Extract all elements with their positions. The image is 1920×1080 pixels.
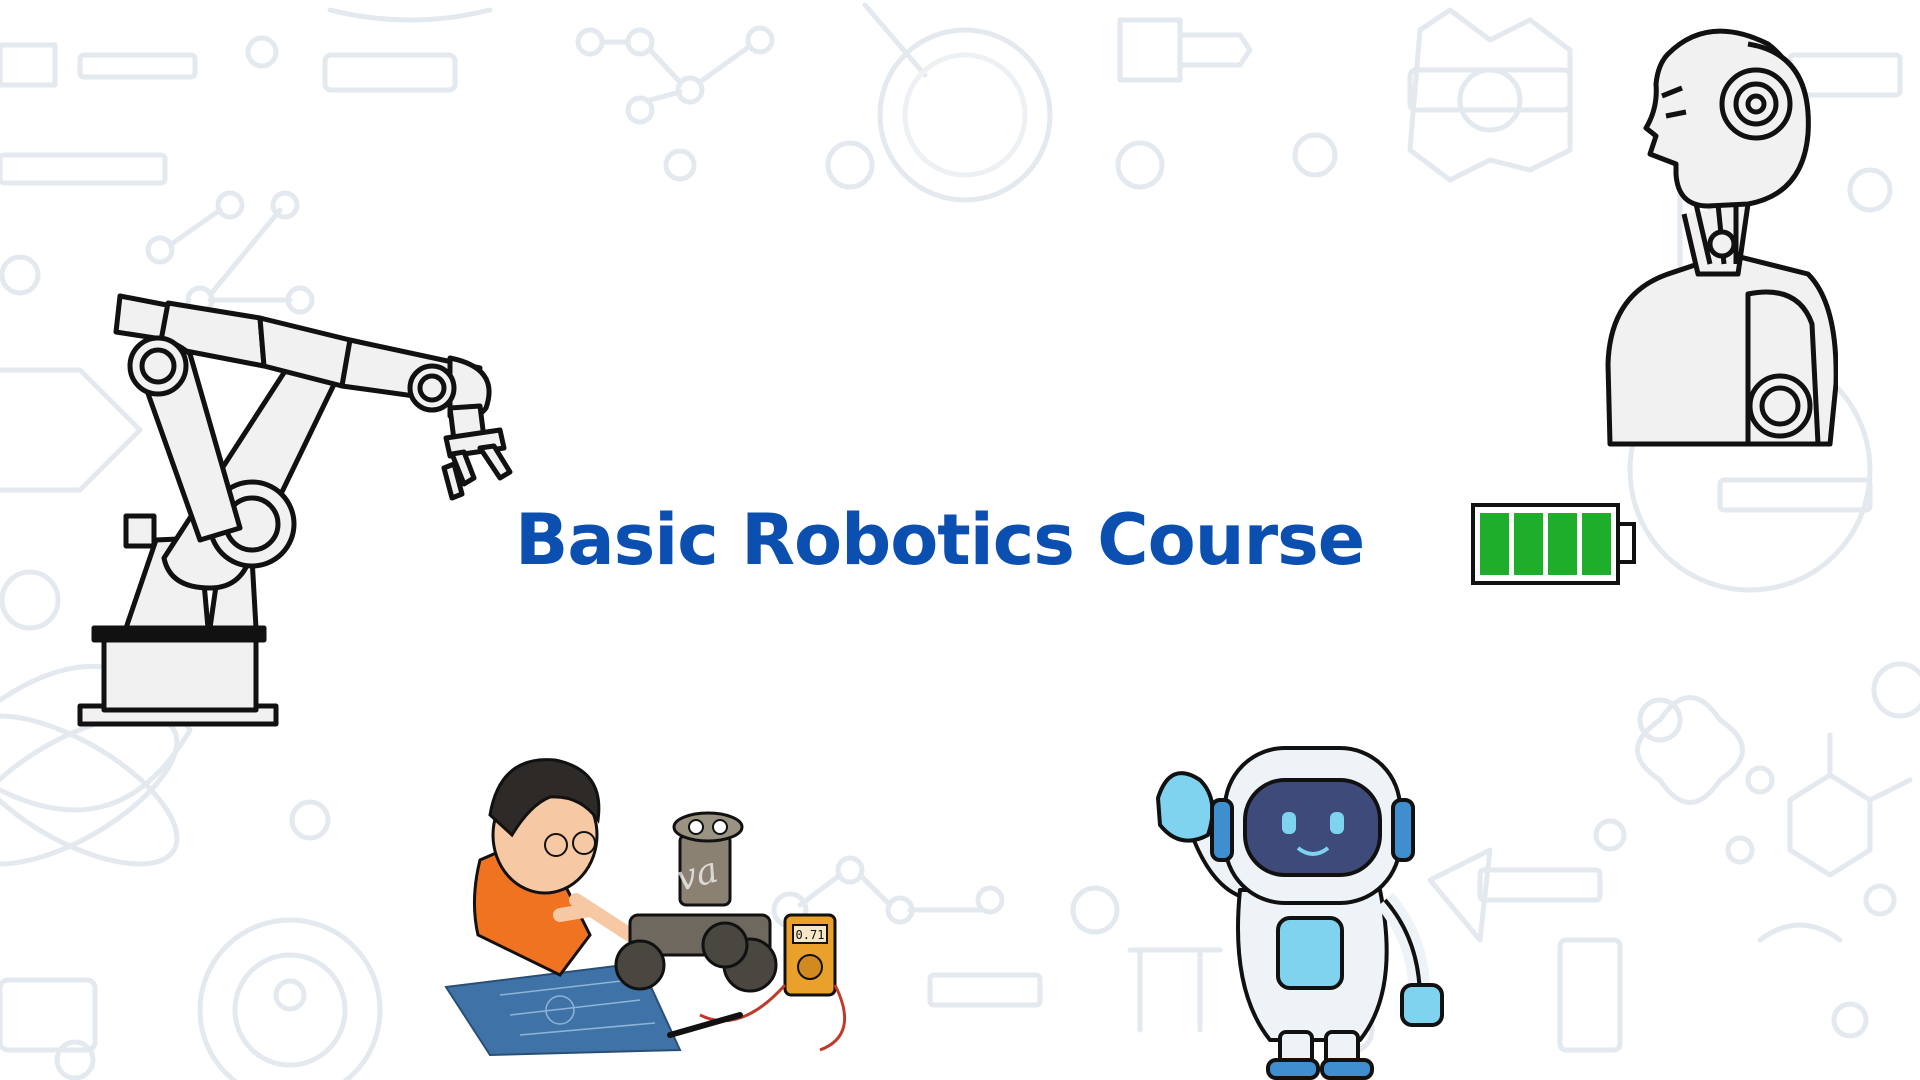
- course-title: Basic Robotics Course: [515, 499, 1365, 581]
- multimeter-reading: 0.71: [796, 928, 825, 942]
- battery-full-icon: [1471, 503, 1636, 585]
- battery-bar: [1514, 513, 1543, 575]
- robotic-arm-illustration: [77, 293, 513, 727]
- watermark: Canva: [602, 850, 723, 919]
- boy-building-robot-illustration: 0.71 Canva: [444, 758, 847, 1057]
- battery-bar: [1548, 513, 1577, 575]
- battery-bar: [1582, 513, 1611, 575]
- battery-bar: [1480, 513, 1509, 575]
- humanoid-robot-head-illustration: [1605, 28, 1838, 447]
- waving-robot-illustration: [1156, 746, 1444, 1080]
